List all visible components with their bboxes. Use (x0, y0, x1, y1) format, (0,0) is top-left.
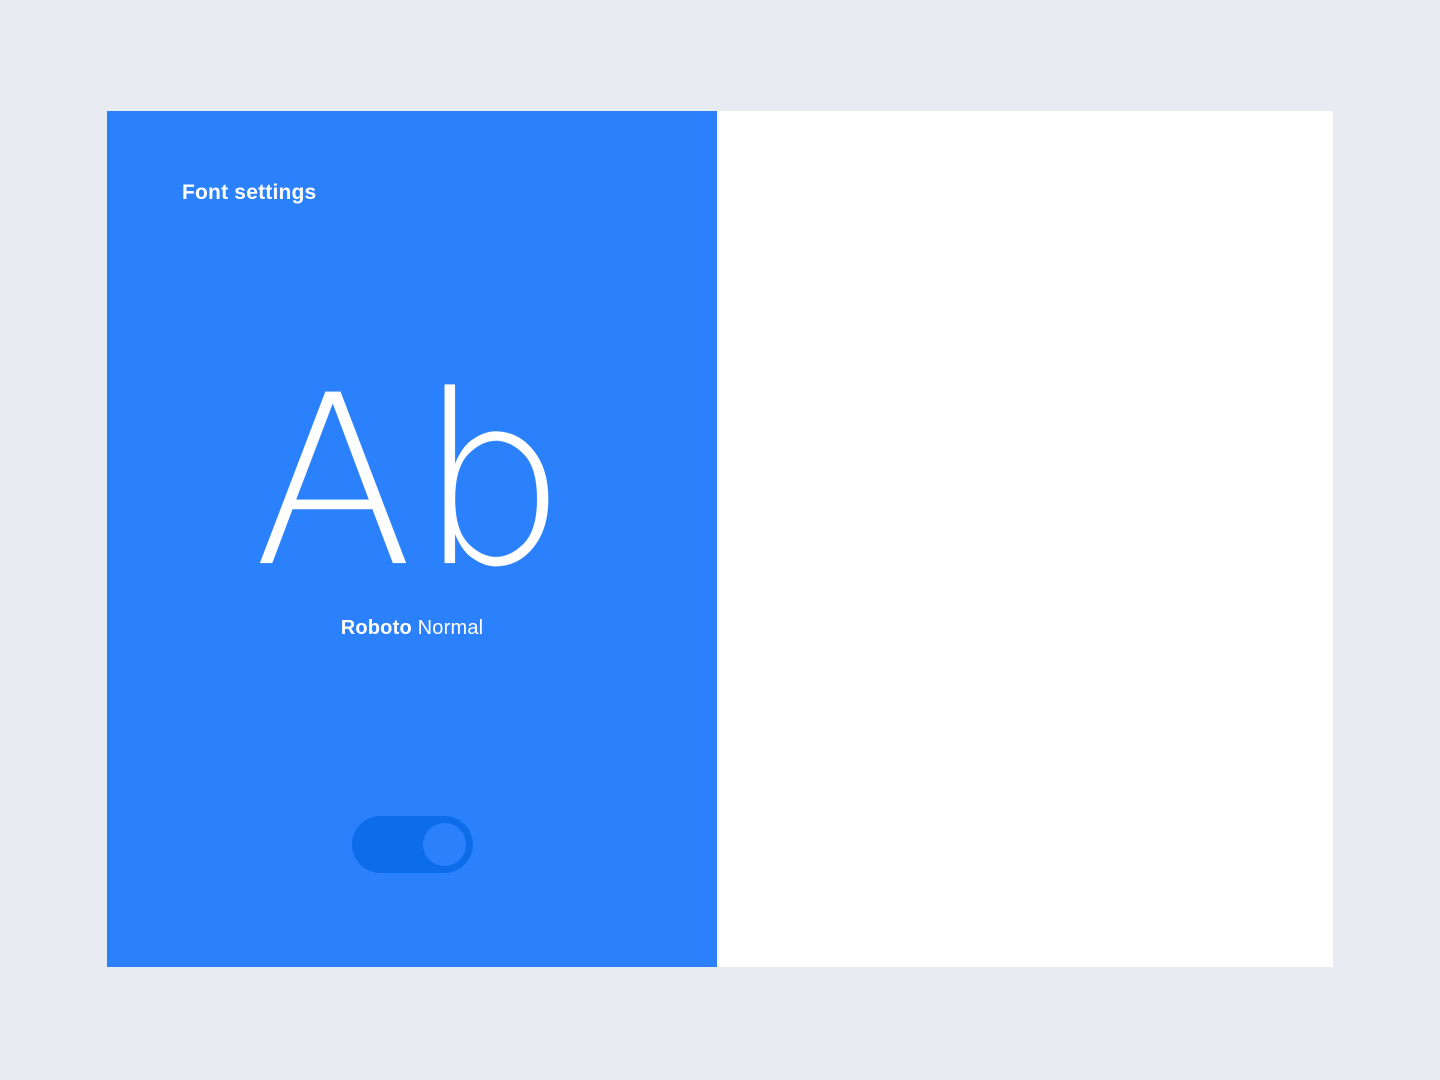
toggle-container (107, 816, 717, 873)
caption-font-style: Normal (417, 617, 484, 640)
font-preview-toggle[interactable] (351, 816, 473, 873)
app-screen: Font settings Ab Roboto Normal Standard … (0, 0, 1440, 1080)
font-preview-stack: Ab Roboto Normal (107, 346, 717, 640)
font-sample-glyphs: Ab (253, 346, 571, 619)
font-settings-panel: Standard font Roboto Style Normal Color (717, 111, 1333, 967)
font-preview-caption: Roboto Normal (107, 617, 717, 640)
caption-font-name: Roboto (340, 617, 412, 640)
font-settings-card: Font settings Ab Roboto Normal Standard … (107, 111, 1333, 967)
page-title: Font settings (182, 181, 317, 204)
toggle-knob[interactable] (422, 823, 466, 866)
font-preview-panel: Font settings Ab Roboto Normal (107, 111, 717, 967)
